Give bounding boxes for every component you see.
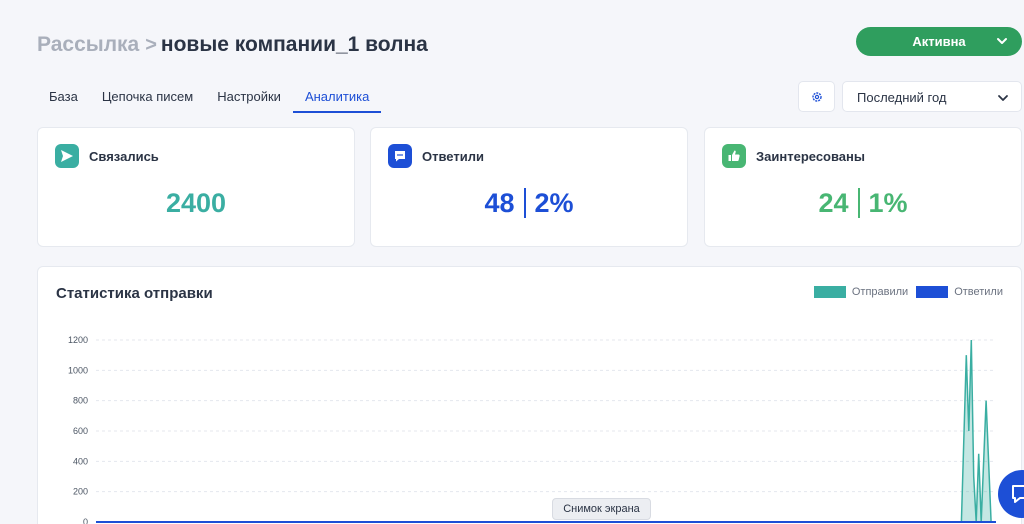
card-title: Связались (89, 148, 159, 164)
stat-card-replied: Ответили 48 2% (370, 127, 688, 247)
y-tick-label: 200 (73, 487, 88, 497)
breadcrumb-separator: > (145, 33, 157, 56)
tab-bar: База Цепочка писем Настройки Аналитика (37, 84, 382, 113)
card-title: Заинтересованы (756, 148, 865, 164)
chevron-down-icon (998, 95, 1008, 101)
card-value: 24 (818, 187, 849, 218)
y-tick-label: 0 (83, 517, 88, 524)
legend-label: Ответили (954, 286, 1003, 298)
y-tick-label: 400 (73, 456, 88, 466)
chat-icon (1012, 485, 1024, 503)
send-icon (55, 144, 79, 168)
settings-button[interactable] (798, 81, 835, 112)
tab-analytics[interactable]: Аналитика (292, 84, 382, 113)
value-divider (523, 188, 526, 218)
chat-bubble-icon (388, 144, 412, 168)
y-tick-label: 1000 (68, 365, 88, 375)
status-label: Активна (912, 34, 966, 49)
stat-card-interested: Заинтересованы 24 1% (704, 127, 1022, 247)
page-title: новые компании_1 волна (160, 33, 428, 56)
y-tick-label: 800 (73, 396, 88, 406)
tab-settings[interactable]: Настройки (205, 84, 293, 113)
screenshot-tooltip: Снимок экрана (552, 498, 651, 520)
y-tick-label: 1200 (68, 335, 88, 345)
gear-icon (811, 91, 822, 102)
period-select-value: Последний год (857, 90, 947, 105)
stats-title: Статистика отправки (56, 285, 213, 302)
card-value: 48 (484, 187, 515, 218)
card-title: Ответили (422, 148, 484, 164)
tab-base[interactable]: База (37, 84, 90, 113)
card-percent: 1% (868, 187, 908, 218)
card-percent: 2% (534, 187, 574, 218)
stat-card-contacted: Связались 2400 (37, 127, 355, 247)
chart-legend: Отправили Ответили (806, 286, 1003, 298)
sending-chart: 0 200 400 600 800 1000 1200 (68, 335, 996, 524)
legend-swatch (916, 286, 949, 298)
legend-swatch (813, 286, 846, 298)
chevron-down-icon (997, 38, 1007, 44)
stats-panel: 0 200 400 600 800 1000 1200 Статистика отправк… (37, 266, 1022, 524)
thumbs-up-icon (722, 144, 746, 168)
legend-item-sent[interactable]: Отправили (813, 286, 909, 298)
period-select[interactable]: Последний год (842, 81, 1022, 112)
value-divider (857, 188, 860, 218)
tab-email-chain[interactable]: Цепочка писем (90, 84, 205, 113)
status-dropdown[interactable]: Активна (856, 27, 1022, 56)
legend-label: Отправили (851, 286, 909, 298)
breadcrumb-root[interactable]: Рассылка (37, 33, 139, 57)
y-tick-label: 600 (73, 426, 88, 436)
legend-item-replied[interactable]: Ответили (916, 286, 1003, 298)
breadcrumb: Рассылка > новые компании_1 волна (37, 30, 428, 60)
card-value: 2400 (165, 187, 227, 218)
